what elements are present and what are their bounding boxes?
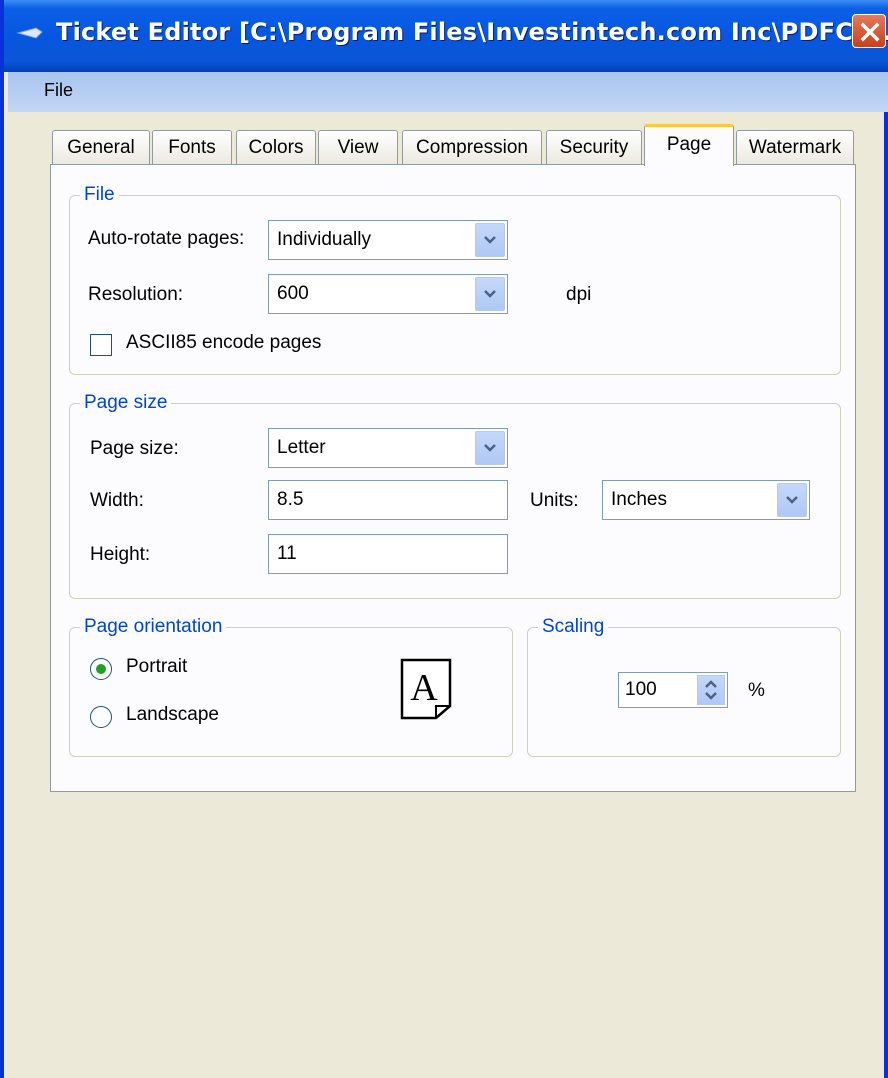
width-input[interactable]: 8.5 — [268, 480, 508, 520]
height-input[interactable]: 11 — [268, 534, 508, 574]
page-size-select[interactable]: Letter — [268, 428, 508, 468]
auto-rotate-label: Auto-rotate pages: — [88, 228, 245, 249]
width-value: 8.5 — [277, 489, 304, 510]
preview-letter: A — [410, 667, 438, 709]
auto-rotate-select[interactable]: Individually — [268, 220, 508, 260]
auto-rotate-value: Individually — [277, 229, 371, 250]
resolution-unit: dpi — [566, 284, 592, 305]
chevron-down-icon — [484, 444, 496, 452]
chevron-down-icon — [484, 290, 496, 298]
scaling-group: Scaling 100 % — [527, 615, 841, 757]
scaling-unit: % — [748, 680, 765, 701]
portrait-preview-icon: A — [400, 658, 452, 720]
units-label: Units: — [530, 490, 579, 511]
tab-fonts[interactable]: Fonts — [152, 130, 232, 164]
spin-arrows-icon — [705, 680, 717, 700]
tab-security[interactable]: Security — [546, 130, 642, 164]
tab-general[interactable]: General — [52, 130, 150, 164]
resolution-label: Resolution: — [88, 284, 184, 305]
scaling-spinner[interactable]: 100 — [618, 672, 728, 708]
landscape-radio[interactable] — [90, 706, 112, 728]
ticket-editor-window: Ticket Editor [C:\Program Files\Investin… — [0, 0, 888, 1078]
auto-rotate-dropdown-button[interactable] — [475, 223, 505, 257]
resolution-dropdown-button[interactable] — [475, 277, 505, 311]
scaling-value: 100 — [625, 679, 657, 700]
ascii85-checkbox[interactable] — [90, 334, 112, 356]
menu-bar: File — [8, 72, 888, 112]
tab-compression[interactable]: Compression — [402, 130, 542, 164]
height-value: 11 — [277, 543, 297, 564]
height-label: Height: — [90, 544, 151, 565]
title-bar[interactable]: Ticket Editor [C:\Program Files\Investin… — [4, 0, 888, 72]
scaling-spin-buttons[interactable] — [697, 675, 725, 705]
landscape-label: Landscape — [126, 704, 219, 725]
portrait-radio[interactable] — [90, 658, 112, 680]
units-dropdown-button[interactable] — [777, 483, 807, 517]
page-size-value: Letter — [277, 437, 326, 458]
portrait-label: Portrait — [126, 656, 188, 677]
page-tab-panel: File Auto-rotate pages: Individually Res… — [50, 164, 856, 792]
page-orientation-group-title: Page orientation — [80, 615, 227, 639]
tab-colors[interactable]: Colors — [236, 130, 316, 164]
page-size-group-title: Page size — [80, 391, 172, 415]
page-size-label: Page size: — [90, 438, 179, 459]
width-label: Width: — [90, 490, 144, 511]
tab-view[interactable]: View — [318, 130, 398, 164]
tab-page[interactable]: Page — [644, 124, 734, 166]
resolution-value: 600 — [277, 283, 309, 304]
chevron-down-icon — [484, 236, 496, 244]
close-button[interactable] — [852, 14, 886, 48]
radio-selected-dot — [96, 664, 106, 674]
scaling-group-title: Scaling — [538, 615, 609, 639]
page-orientation-group: Page orientation Portrait Landscape A — [69, 615, 513, 757]
resolution-select[interactable]: 600 — [268, 274, 508, 314]
page-size-dropdown-button[interactable] — [475, 431, 505, 465]
page-size-group: Page size Page size: Letter Width: 8.5 U… — [69, 391, 841, 599]
tab-watermark[interactable]: Watermark — [736, 130, 854, 164]
file-group-title: File — [80, 183, 119, 207]
units-select[interactable]: Inches — [602, 480, 810, 520]
app-icon — [16, 27, 43, 39]
window-title: Ticket Editor [C:\Program Files\Investin… — [56, 18, 888, 46]
file-group: File Auto-rotate pages: Individually Res… — [69, 183, 841, 375]
menu-file[interactable]: File — [44, 80, 73, 101]
ascii85-label: ASCII85 encode pages — [126, 332, 322, 353]
chevron-down-icon — [786, 496, 798, 504]
close-icon — [860, 22, 880, 42]
units-value: Inches — [611, 489, 667, 510]
